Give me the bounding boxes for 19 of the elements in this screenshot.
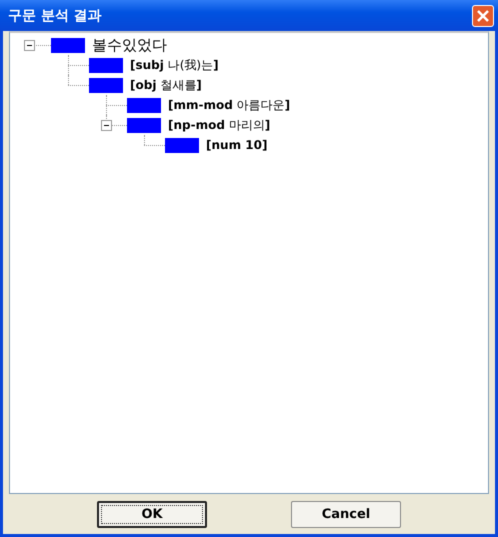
close-button[interactable] bbox=[472, 4, 494, 26]
node-icon bbox=[127, 98, 161, 112]
close-icon bbox=[476, 8, 490, 22]
cancel-button[interactable]: Cancel bbox=[291, 500, 401, 528]
node-icon bbox=[89, 58, 123, 72]
tree-item[interactable]: [subj 나(我)는] bbox=[130, 56, 219, 74]
tree-item[interactable]: [obj 철새를] bbox=[130, 76, 202, 94]
expander-icon[interactable] bbox=[101, 120, 112, 131]
window-title: 구문 분석 결과 bbox=[8, 6, 102, 24]
tree-item[interactable]: 볼수있었다 bbox=[92, 36, 167, 54]
node-icon bbox=[165, 138, 199, 152]
ok-button[interactable]: OK bbox=[97, 500, 207, 528]
tree-item[interactable]: [np-mod 마리의] bbox=[168, 116, 270, 134]
tree-item[interactable]: [num 10] bbox=[206, 138, 268, 152]
node-icon bbox=[127, 118, 161, 132]
expander-icon[interactable] bbox=[24, 40, 35, 51]
node-icon bbox=[51, 38, 85, 52]
node-icon bbox=[89, 78, 123, 92]
tree-item[interactable]: [mm-mod 아름다운] bbox=[168, 96, 290, 114]
